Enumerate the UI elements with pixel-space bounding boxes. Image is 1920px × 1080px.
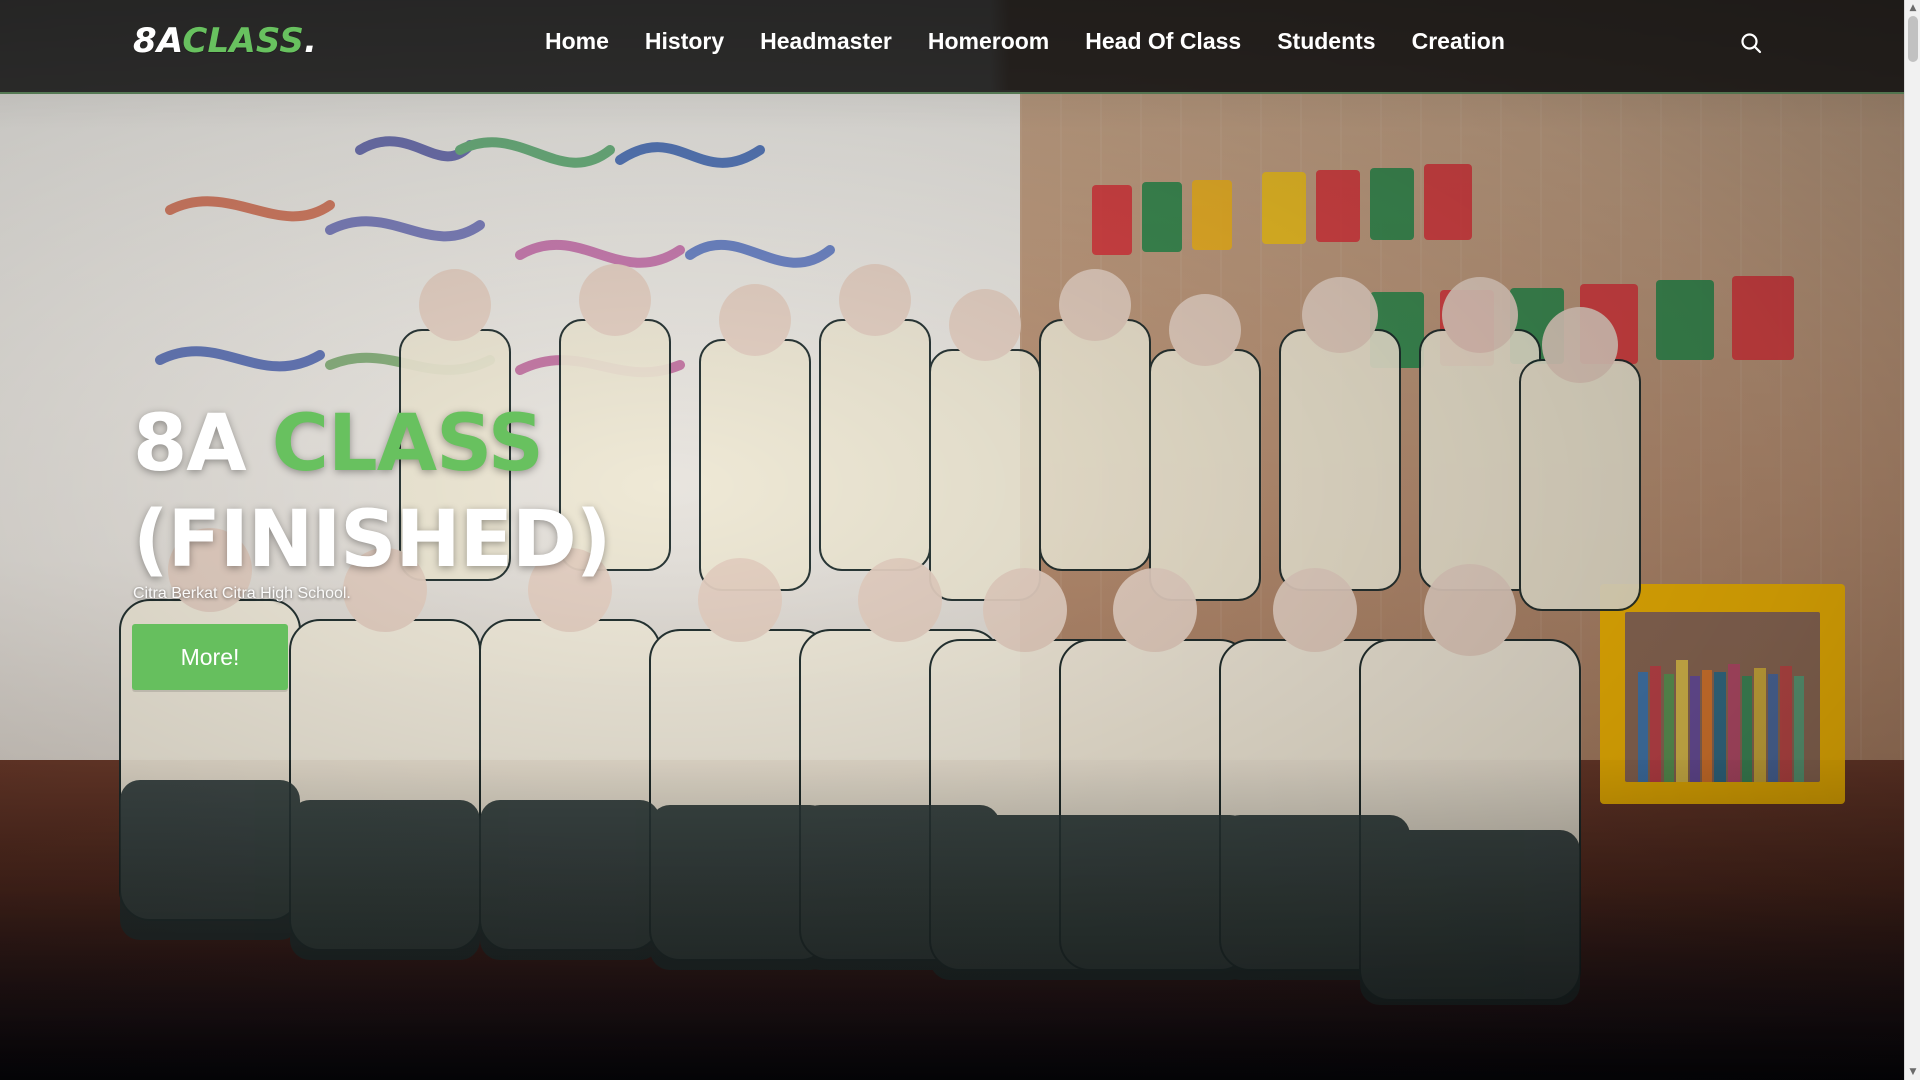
hero-title-part-1: 8A (133, 399, 247, 489)
page: 8ACLASS. Home History Headmaster Homeroo… (0, 0, 1920, 1080)
top-navigation-bar: 8ACLASS. Home History Headmaster Homeroo… (0, 0, 1904, 94)
search-button[interactable] (1739, 31, 1763, 55)
hero-title: 8A CLASS (FINISHED) (133, 396, 853, 588)
vertical-scrollbar[interactable]: ▲ ▼ (1904, 0, 1920, 1080)
scroll-down-button[interactable]: ▼ (1905, 1064, 1920, 1080)
logo-part-3: . (304, 21, 318, 61)
main-nav: Home History Headmaster Homeroom Head Of… (545, 28, 1523, 55)
nav-item-homeroom[interactable]: Homeroom (910, 28, 1067, 55)
hero-title-part-2: CLASS (271, 399, 544, 489)
hero-title-line-2: (FINISHED) (133, 495, 611, 585)
hero-subtitle: Citra Berkat Citra High School. (133, 585, 351, 602)
wood-floor (0, 760, 1904, 1080)
search-icon (1741, 33, 1762, 54)
site-logo[interactable]: 8ACLASS. (133, 24, 317, 58)
nav-item-head-of-class[interactable]: Head Of Class (1067, 28, 1259, 55)
logo-part-2: CLASS (182, 21, 305, 61)
hero-title-line-1: 8A CLASS (133, 396, 853, 492)
nav-item-students[interactable]: Students (1259, 28, 1393, 55)
wood-panel-wall (1020, 90, 1904, 760)
scroll-up-button[interactable]: ▲ (1905, 0, 1920, 16)
nav-item-headmaster[interactable]: Headmaster (742, 28, 910, 55)
nav-item-history[interactable]: History (627, 28, 742, 55)
nav-item-home[interactable]: Home (545, 28, 627, 55)
more-button[interactable]: More! (132, 624, 288, 690)
logo-part-1: 8A (133, 21, 183, 61)
scroll-thumb[interactable] (1908, 16, 1918, 62)
nav-item-creation[interactable]: Creation (1394, 28, 1523, 55)
